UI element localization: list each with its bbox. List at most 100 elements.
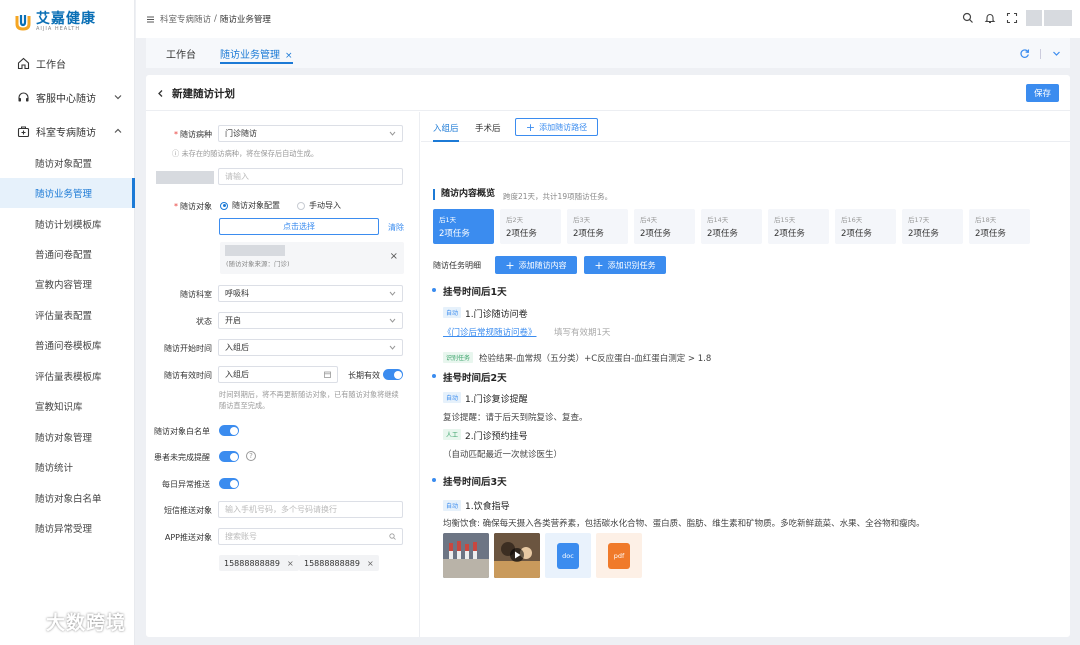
timeline-dot — [432, 478, 436, 482]
bell-icon[interactable] — [984, 12, 996, 24]
logo[interactable]: 艾嘉健康 AIJIA HEALTH — [14, 10, 96, 34]
menu-icon[interactable] — [146, 15, 155, 24]
name-placeholder: 请输入 — [225, 172, 249, 181]
radio-dot — [297, 201, 305, 210]
pdf-icon: pdf — [608, 542, 630, 569]
sidebar-item-questionnaire-config[interactable]: 普通问卷配置 — [0, 239, 135, 269]
doc-file[interactable]: doc — [545, 533, 591, 578]
save-button[interactable]: 保存 — [1026, 84, 1059, 102]
add-path-button[interactable]: + 添加随访路径 — [515, 118, 598, 136]
avatar[interactable] — [1026, 10, 1042, 26]
sidebar-item-scale-template[interactable]: 评估量表模板库 — [0, 361, 135, 391]
main-card: 新建随访计划 保存 * 随访病种 门诊随访 ⓘ 未存在的随访病种，将在保存后自动生… — [146, 75, 1070, 637]
help-icon[interactable]: ? — [246, 451, 256, 461]
day-card[interactable]: 后2天 2项任务 — [500, 209, 561, 244]
search-icon[interactable] — [962, 12, 974, 24]
selected-target-box: (随访对象来源：门诊) × — [220, 242, 404, 274]
app-search-input[interactable]: 搜索账号 — [218, 528, 403, 545]
daily-push-toggle[interactable] — [219, 478, 239, 489]
user-name-block[interactable] — [1044, 10, 1072, 26]
redacted-target-name — [225, 245, 285, 256]
long-valid-toggle[interactable] — [383, 369, 403, 380]
day-card[interactable]: 后1天 2项任务 — [433, 209, 494, 244]
headset-icon — [18, 91, 29, 101]
sidebar-item-business-mgmt[interactable]: 随访业务管理 — [0, 178, 135, 208]
status-select[interactable]: 开启 — [218, 312, 403, 329]
chevron-down-icon[interactable] — [1051, 48, 1062, 59]
whitelist-toggle[interactable] — [219, 425, 239, 436]
sidebar: 艾嘉健康 AIJIA HEALTH 工作台 客服中心随访 科室专病随访 随访对象… — [0, 0, 135, 645]
nav-workbench[interactable]: 工作台 — [0, 48, 135, 78]
plus-icon: + — [525, 120, 536, 134]
radio-manual-import[interactable]: 手动导入 — [297, 200, 341, 211]
valid-time-select[interactable]: 入组后 — [218, 366, 338, 383]
day-card[interactable]: 后15天 2项任务 — [768, 209, 829, 244]
day-card[interactable]: 后4天 2项任务 — [634, 209, 695, 244]
search-icon — [389, 533, 396, 540]
whitelist-label: 随访对象白名单 — [154, 427, 210, 436]
sidebar-item-statistics[interactable]: 随访统计 — [0, 452, 135, 482]
sidebar-item-plan-template[interactable]: 随访计划模板库 — [0, 209, 135, 239]
nav-sub-label: 随访业务管理 — [35, 189, 93, 200]
add-content-button[interactable]: + 添加随访内容 — [495, 256, 577, 274]
identify-badge: 识别任务 — [443, 352, 474, 363]
button-label: 添加识别任务 — [607, 260, 656, 270]
sidebar-item-scale-config[interactable]: 评估量表配置 — [0, 300, 135, 330]
divider — [1040, 48, 1041, 59]
sidebar-item-target-mgmt[interactable]: 随访对象管理 — [0, 422, 135, 452]
logo-text: 艾嘉健康 — [36, 11, 96, 27]
tab-after-surgery[interactable]: 手术后 — [475, 122, 501, 142]
tab-workbench[interactable]: 工作台 — [166, 46, 196, 64]
image-thumbnail[interactable] — [443, 533, 489, 578]
button-label: 添加随访路径 — [539, 122, 588, 132]
day-card[interactable]: 后16天 2项任务 — [835, 209, 896, 244]
sms-input[interactable]: 输入手机号码，多个号码请换行 — [218, 501, 403, 518]
back-icon[interactable] — [156, 89, 165, 98]
disease-select[interactable]: 门诊随访 — [218, 125, 403, 142]
refresh-icon[interactable] — [1019, 48, 1030, 59]
tab-close-icon[interactable]: × — [285, 51, 293, 61]
day-card[interactable]: 后17天 2项任务 — [902, 209, 963, 244]
nav-customer-service[interactable]: 客服中心随访 — [0, 82, 135, 112]
sidebar-item-knowledge-base[interactable]: 宣教知识库 — [0, 391, 135, 421]
tab-business-mgmt[interactable]: 随访业务管理 × — [220, 46, 293, 64]
auto-badge: 自动 — [443, 500, 462, 511]
sidebar-item-whitelist[interactable]: 随访对象白名单 — [0, 483, 135, 513]
day-card[interactable]: 后3天 2项任务 — [567, 209, 628, 244]
add-identify-button[interactable]: + 添加识别任务 — [584, 256, 666, 274]
pdf-file[interactable]: pdf — [596, 533, 642, 578]
watermark-text: 大数跨境 — [46, 612, 127, 634]
sidebar-item-exception[interactable]: 随访异常受理 — [0, 513, 135, 543]
day-card[interactable]: 后14天 2项任务 — [701, 209, 762, 244]
radio-label: 手动导入 — [309, 201, 341, 210]
plus-icon: + — [594, 258, 604, 272]
fullscreen-icon[interactable] — [1006, 12, 1018, 24]
questionnaire-link[interactable]: 《门诊后常规随访问卷》 — [443, 326, 537, 338]
select-target-button[interactable]: 点击选择 — [219, 218, 379, 235]
nav-sub-label: 宣教知识库 — [35, 402, 83, 413]
sidebar-item-questionnaire-template[interactable]: 普通问卷模板库 — [0, 330, 135, 360]
day-card[interactable]: 后18天 2项任务 — [969, 209, 1030, 244]
clear-link[interactable]: 清除 — [388, 222, 404, 233]
valid-time-value: 入组后 — [225, 370, 249, 379]
nav-sub-label: 宣教内容管理 — [35, 280, 93, 291]
doc-icon: doc — [557, 542, 579, 569]
incomplete-toggle[interactable] — [219, 451, 239, 462]
tag-close-icon[interactable]: × — [287, 559, 294, 568]
sidebar-item-education-content[interactable]: 宣教内容管理 — [0, 269, 135, 299]
nav-department[interactable]: 科室专病随访 — [0, 116, 135, 146]
radio-target-config[interactable]: 随访对象配置 — [220, 200, 280, 211]
tag-close-icon[interactable]: × — [367, 559, 374, 568]
timeline-dot — [432, 374, 436, 378]
breadcrumb-parent[interactable]: 科室专病随访 — [160, 13, 211, 25]
sidebar-item-target-config[interactable]: 随访对象配置 — [0, 148, 135, 178]
chevron-down-icon — [114, 95, 122, 100]
start-time-select[interactable]: 入组后 — [218, 339, 403, 356]
close-icon[interactable]: × — [390, 251, 398, 262]
app-tag: 15888888889 × — [299, 555, 379, 571]
group-title: 挂号时间后2天 — [443, 373, 507, 384]
dept-select[interactable]: 呼吸科 — [218, 285, 403, 302]
tab-after-enroll[interactable]: 入组后 — [433, 122, 459, 142]
name-input[interactable]: 请输入 — [218, 168, 403, 185]
video-thumbnail[interactable] — [494, 533, 540, 578]
